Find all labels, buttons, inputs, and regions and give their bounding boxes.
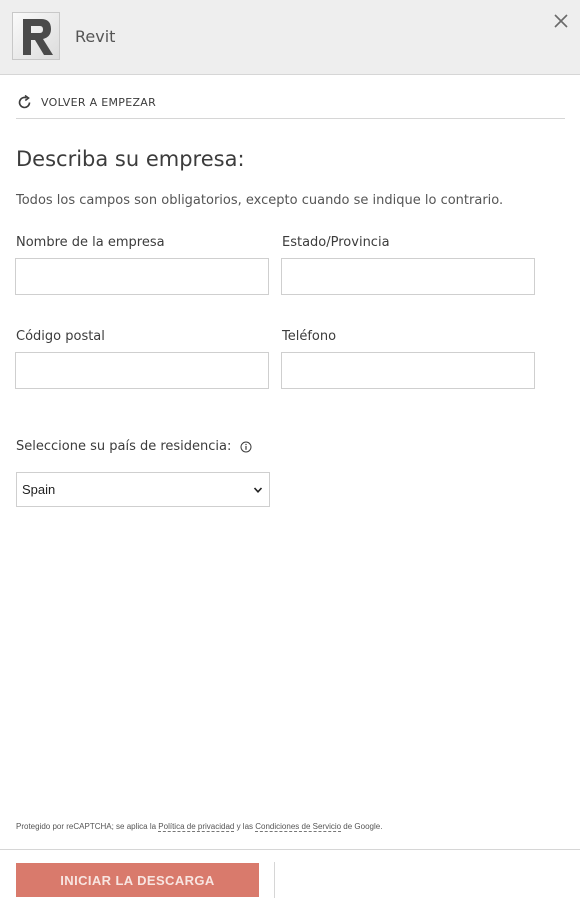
- phone-input[interactable]: [281, 352, 535, 389]
- company-name-input[interactable]: [15, 258, 269, 295]
- privacy-policy-link[interactable]: Política de privacidad: [158, 822, 235, 832]
- form-heading: Describa su empresa:: [16, 147, 245, 171]
- top-divider: [16, 118, 565, 119]
- revit-logo: [12, 12, 60, 60]
- close-button[interactable]: [552, 12, 570, 30]
- recaptcha-prefix: Protegido por reCAPTCHA; se aplica la: [16, 822, 159, 831]
- app-title: Revit: [75, 27, 116, 46]
- info-icon[interactable]: [240, 441, 252, 453]
- refresh-icon: [18, 94, 31, 108]
- recaptcha-suffix: de Google.: [341, 822, 383, 831]
- recaptcha-notice: Protegido por reCAPTCHA; se aplica la Po…: [16, 822, 383, 832]
- state-input[interactable]: [281, 258, 535, 295]
- required-fields-note: Todos los campos son obligatorios, excep…: [16, 193, 504, 208]
- start-download-button[interactable]: INICIAR LA DESCARGA: [16, 863, 259, 897]
- footer-separator: [274, 862, 275, 898]
- close-icon: [554, 14, 568, 28]
- country-label: Seleccione su país de residencia:: [16, 439, 232, 454]
- company-name-label: Nombre de la empresa: [16, 235, 165, 250]
- terms-of-service-link[interactable]: Condiciones de Servicio: [255, 822, 342, 832]
- phone-label: Teléfono: [282, 329, 337, 344]
- postal-code-input[interactable]: [15, 352, 269, 389]
- country-label-row: Seleccione su país de residencia:: [16, 439, 252, 454]
- country-select[interactable]: Spain: [16, 472, 270, 507]
- restart-label: VOLVER A EMPEZAR: [41, 95, 157, 109]
- country-selected-value: Spain: [22, 482, 56, 497]
- footer-bar: INICIAR LA DESCARGA: [0, 849, 580, 909]
- chevron-down-icon: [253, 487, 263, 493]
- state-label: Estado/Provincia: [282, 235, 390, 250]
- app-header: Revit: [0, 0, 580, 75]
- recaptcha-middle: y las: [234, 822, 256, 831]
- restart-link[interactable]: VOLVER A EMPEZAR: [16, 93, 156, 111]
- postal-code-label: Código postal: [16, 329, 105, 344]
- revit-logo-icon: [23, 19, 53, 55]
